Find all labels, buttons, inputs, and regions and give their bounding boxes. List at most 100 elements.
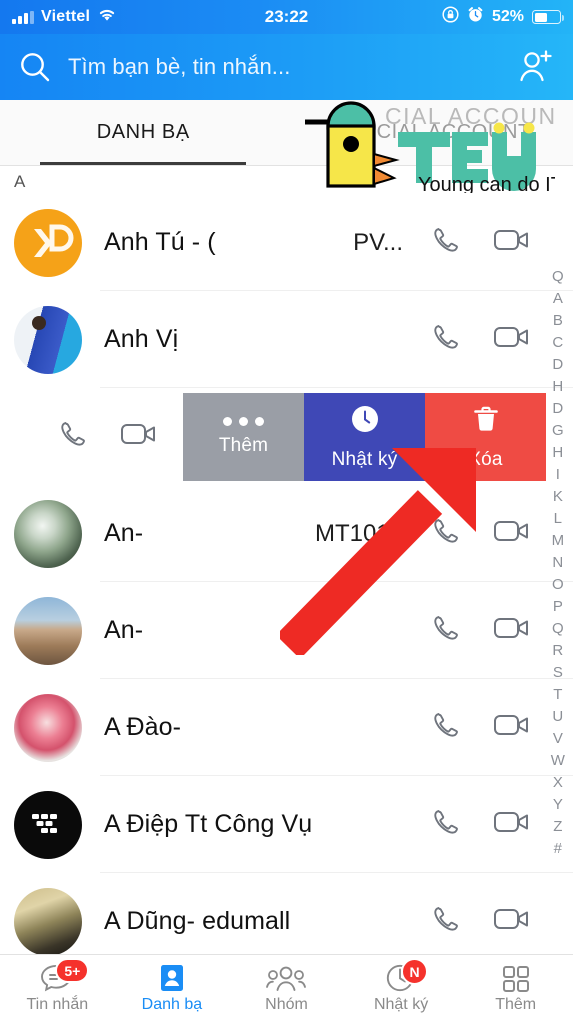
row-actions — [429, 902, 531, 941]
table-row[interactable]: Anh Tú - ( PV... — [0, 194, 573, 291]
tab-danh-ba[interactable]: DANH BẠ — [0, 100, 287, 165]
table-row[interactable]: An- — [0, 582, 573, 679]
wifi-icon — [97, 7, 117, 27]
alarm-clock-icon — [467, 6, 484, 28]
avatar-blackberry-logo — [14, 790, 82, 859]
search-icon[interactable] — [18, 50, 52, 84]
row-actions — [429, 805, 531, 844]
index-letter-X[interactable]: X — [545, 772, 571, 794]
video-call-icon[interactable] — [493, 516, 531, 551]
video-call-icon[interactable] — [493, 225, 531, 260]
status-bar: Viettel 23:22 52% — [0, 0, 573, 34]
index-letter-M[interactable]: M — [545, 530, 571, 552]
carrier-label: Viettel — [41, 8, 91, 25]
video-call-icon[interactable] — [493, 904, 531, 939]
bottom-navigation: 5+ Tin nhắn Danh bạ Nhóm N Nhật ký Thêm — [0, 954, 573, 1020]
index-letter-W[interactable]: W — [545, 750, 571, 772]
table-row[interactable]: Anh Vị — [0, 291, 573, 388]
table-row[interactable]: A Điệp Tt Công Vụ — [0, 776, 573, 873]
nav-item-tin-nhan[interactable]: 5+ Tin nhắn — [0, 958, 115, 1014]
index-letter-Q[interactable]: Q — [545, 618, 571, 640]
swipe-action-delete[interactable]: Xóa — [425, 393, 546, 481]
tab-bar: DANH BẠ OFFICIAL ACCOUNT — [0, 100, 573, 166]
contact-name: Anh Vị — [104, 325, 179, 353]
index-letter-A[interactable]: A — [545, 288, 571, 310]
index-letter-U[interactable]: U — [545, 706, 571, 728]
video-call-icon[interactable] — [493, 807, 531, 842]
search-placeholder: Tìm bạn bè, tin nhắn... — [68, 54, 291, 79]
grid-more-icon — [502, 961, 530, 993]
video-call-icon[interactable] — [493, 613, 531, 648]
tab-official-account-label: OFFICIAL ACCOUNT — [328, 121, 531, 143]
index-letter-C[interactable]: C — [545, 332, 571, 354]
index-letter-V[interactable]: V — [545, 728, 571, 750]
index-letter-G[interactable]: G — [545, 420, 571, 442]
video-call-icon[interactable] — [493, 710, 531, 745]
index-letter-R[interactable]: R — [545, 640, 571, 662]
phone-call-icon[interactable] — [429, 708, 463, 747]
table-row[interactable]: A Đào- — [0, 679, 573, 776]
nav-item-nhat-ky[interactable]: N Nhật ký — [344, 958, 459, 1014]
phone-call-icon[interactable] — [429, 902, 463, 941]
index-letter-T[interactable]: T — [545, 684, 571, 706]
swipe-action-panel: Thêm Nhật ký Xóa — [183, 393, 546, 481]
phone-call-icon[interactable] — [429, 611, 463, 650]
tab-danh-ba-label: DANH BẠ — [96, 121, 190, 143]
video-call-icon[interactable] — [120, 419, 158, 454]
swipe-action-more[interactable]: Thêm — [183, 393, 304, 481]
phone-call-icon[interactable] — [429, 805, 463, 844]
add-user-icon[interactable] — [515, 48, 555, 86]
index-letter-K[interactable]: K — [545, 486, 571, 508]
avatar-photo — [14, 887, 82, 956]
phone-call-icon[interactable] — [429, 223, 463, 262]
row-actions — [0, 388, 158, 485]
contact-name: A Điệp Tt Công Vụ — [104, 810, 313, 838]
video-call-icon[interactable] — [493, 322, 531, 357]
index-letter-N[interactable]: N — [545, 552, 571, 574]
row-actions — [429, 320, 531, 359]
index-letter-H[interactable]: H — [545, 442, 571, 464]
phone-call-icon[interactable] — [56, 417, 90, 456]
search-input[interactable]: Tìm bạn bè, tin nhắn... — [18, 50, 499, 84]
index-letter-#[interactable]: # — [545, 838, 571, 860]
index-letter-I[interactable]: I — [545, 464, 571, 486]
phone-call-icon[interactable] — [429, 514, 463, 553]
contact-name: An- — [104, 519, 144, 547]
nav-item-nhat-ky-label: Nhật ký — [373, 996, 429, 1013]
alphabet-index[interactable]: Q A B C D H D G H I K L M N O P Q R S T U V W X Y Z # — [545, 266, 571, 860]
index-letter-D[interactable]: D — [545, 398, 571, 420]
index-letter-L[interactable]: L — [545, 508, 571, 530]
avatar-kp-logo — [14, 208, 82, 277]
index-letter-Z[interactable]: Z — [545, 816, 571, 838]
clock-icon: N — [386, 958, 429, 993]
clock-icon — [350, 404, 380, 440]
index-letter-O[interactable]: O — [545, 574, 571, 596]
swiped-contact-row[interactable]: Thêm Nhật ký Xóa — [0, 388, 573, 485]
contact-sublabel: MT1010 — [314, 519, 403, 547]
row-actions — [429, 611, 531, 650]
nav-item-danh-ba[interactable]: Danh bạ — [115, 961, 230, 1014]
more-dots-icon — [223, 417, 264, 426]
index-letter-P[interactable]: P — [545, 596, 571, 618]
index-search-icon[interactable]: Q — [545, 266, 571, 288]
nav-item-nhom[interactable]: Nhóm — [229, 961, 344, 1014]
tab-official-account[interactable]: OFFICIAL ACCOUNT — [287, 100, 573, 165]
signal-bars-icon — [12, 10, 34, 24]
nav-item-danh-ba-label: Danh bạ — [141, 996, 203, 1013]
nav-item-them[interactable]: Thêm — [458, 961, 573, 1014]
phone-call-icon[interactable] — [429, 320, 463, 359]
battery-percent-label: 52% — [491, 8, 524, 25]
index-letter-B[interactable]: B — [545, 310, 571, 332]
index-letter-S[interactable]: S — [545, 662, 571, 684]
nav-item-tin-nhan-label: Tin nhắn — [26, 996, 89, 1013]
index-letter-D[interactable]: D — [545, 354, 571, 376]
groups-icon — [265, 961, 307, 993]
table-row[interactable]: An- MT1010 — [0, 485, 573, 582]
index-letter-Y[interactable]: Y — [545, 794, 571, 816]
swipe-action-log[interactable]: Nhật ký — [304, 393, 425, 481]
swipe-action-delete-label: Xóa — [468, 448, 503, 470]
index-letter-H[interactable]: H — [545, 376, 571, 398]
contact-name: A Đào- — [104, 713, 182, 741]
avatar-photo — [14, 305, 82, 374]
avatar-photo — [14, 499, 82, 568]
